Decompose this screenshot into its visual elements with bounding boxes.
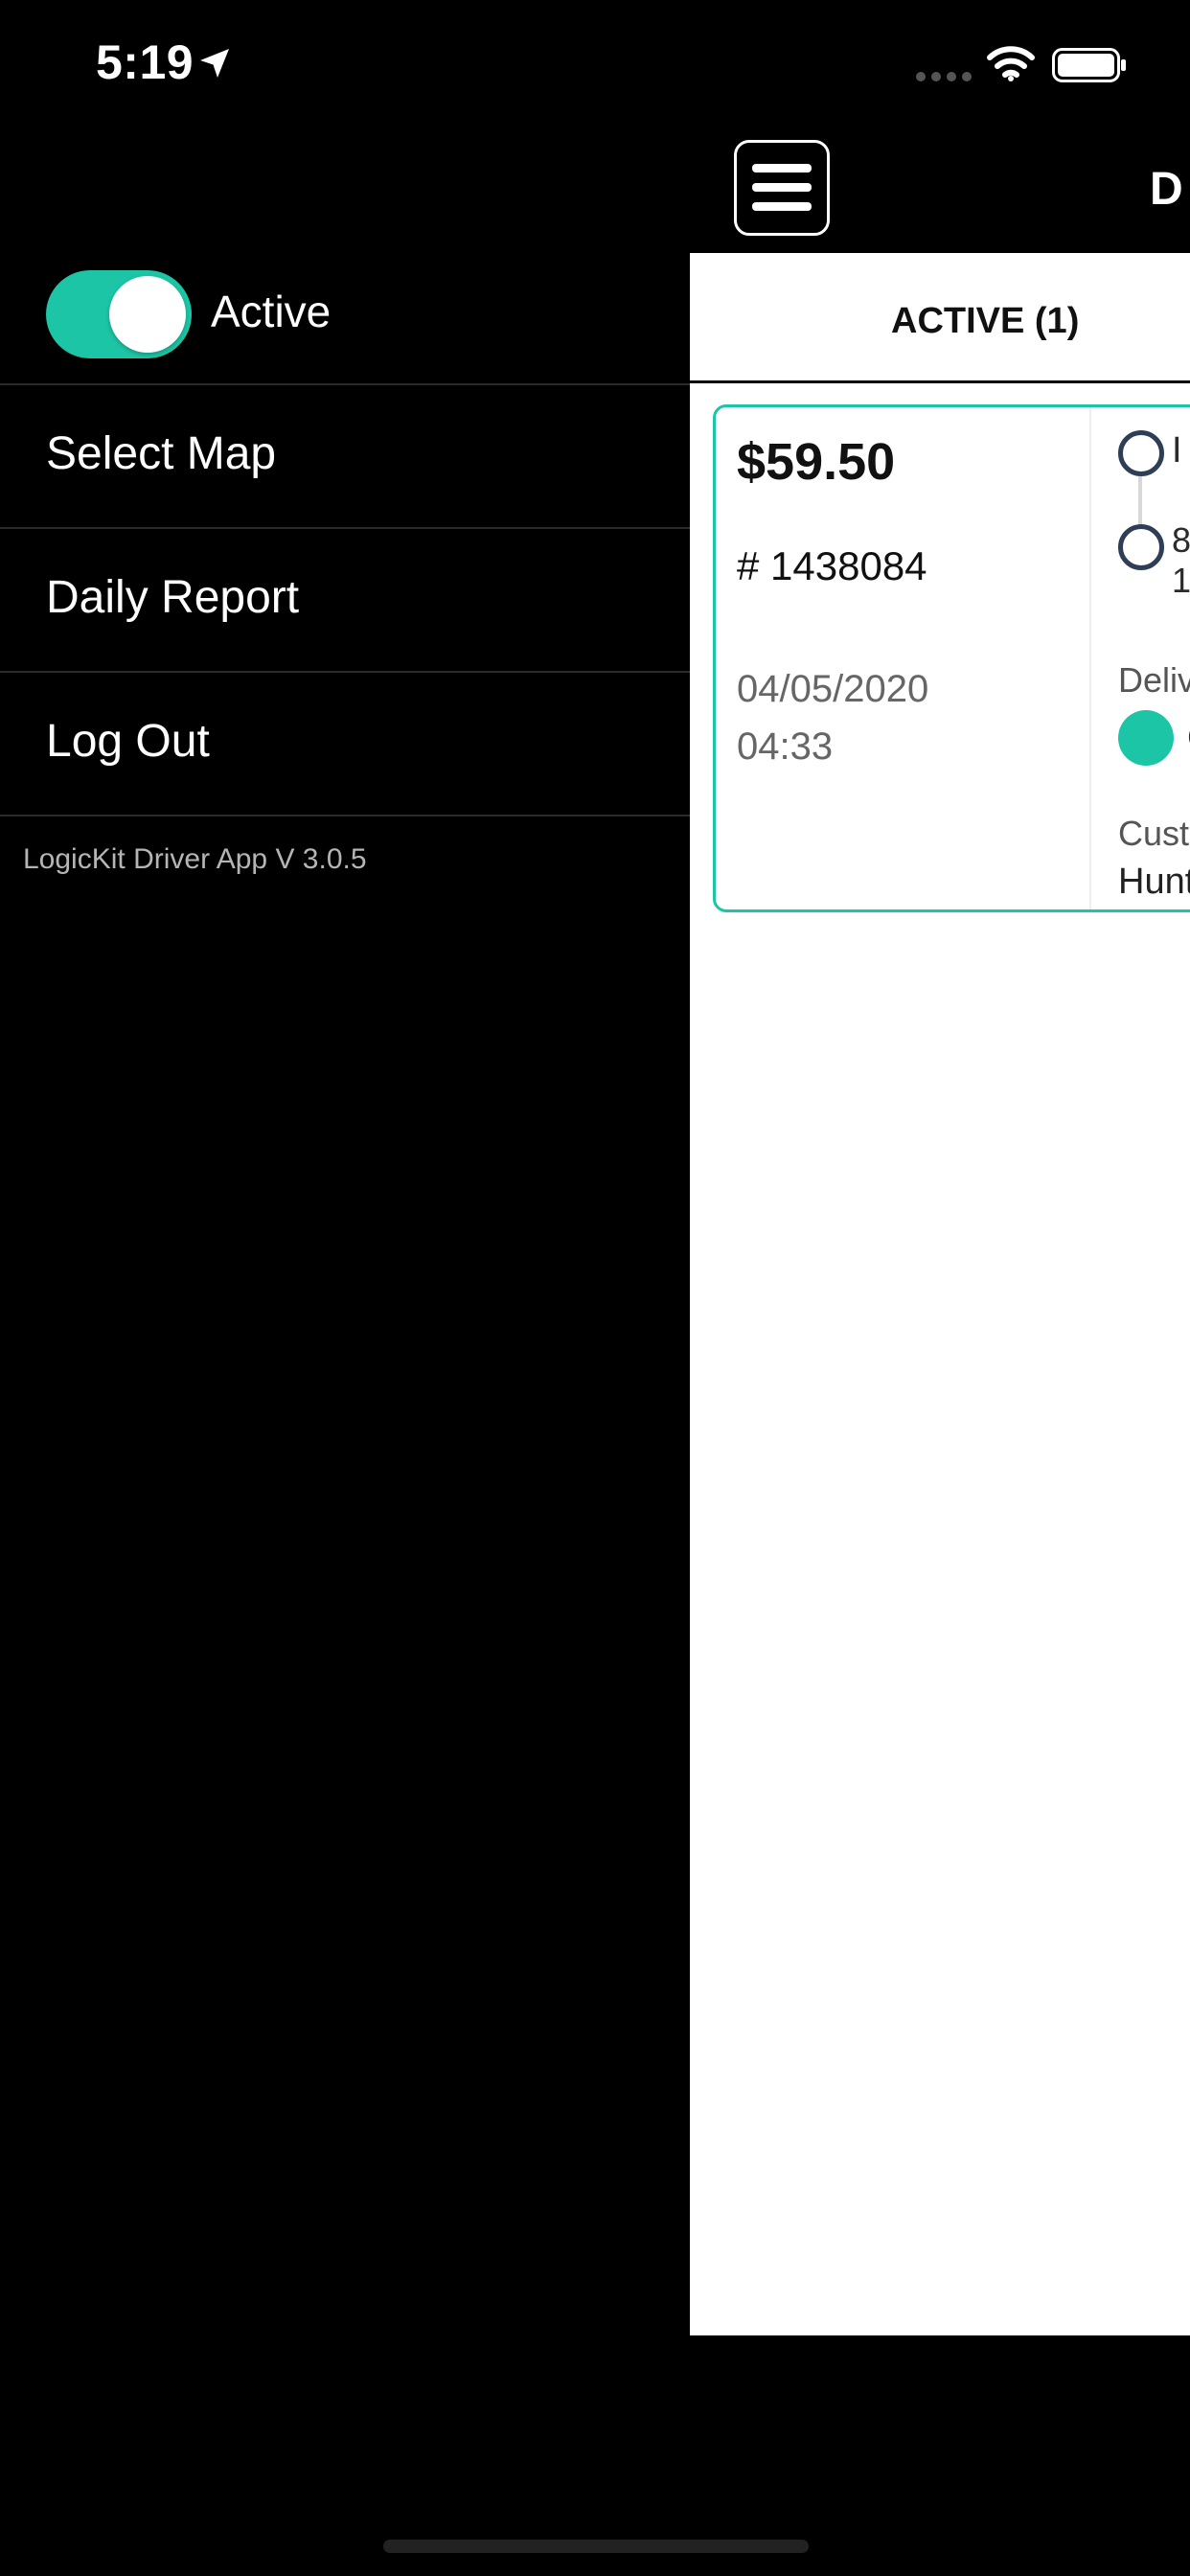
pickup-ring-icon: [1118, 430, 1164, 476]
status-bar: 5:19: [0, 0, 1190, 134]
order-time: 04:33: [737, 725, 834, 768]
menu-item-daily-report[interactable]: Daily Report: [0, 527, 690, 669]
dropoff-ring-icon: [1118, 524, 1164, 570]
route-line: [1138, 476, 1142, 526]
card-divider: [1089, 407, 1091, 909]
menu-item-label: Daily Report: [46, 572, 300, 623]
orders-content: ACTIVE (1) $59.50 # 1438084 04/05/2020 0…: [690, 253, 1190, 2335]
location-arrow-icon: [200, 49, 229, 78]
hamburger-menu-icon[interactable]: [734, 140, 830, 236]
wifi-icon: [987, 46, 1035, 81]
toggle-knob: [109, 276, 186, 353]
menu-item-label: Log Out: [46, 716, 210, 767]
order-price: $59.50: [737, 433, 896, 491]
menu-item-select-map[interactable]: Select Map: [0, 383, 690, 525]
active-toggle-switch[interactable]: [46, 270, 192, 358]
status-time: 5:19: [96, 35, 195, 89]
main-panel: D ACTIVE (1) $59.50 # 1438084 04/05/2020…: [690, 134, 1190, 2335]
customer-label: Custo: [1118, 814, 1190, 853]
dropoff-address-line1: 8: [1172, 520, 1190, 560]
delivery-status-dot-icon: [1118, 710, 1174, 766]
order-date: 04/05/2020: [737, 668, 929, 710]
customer-name: Hunt: [1118, 862, 1190, 902]
pickup-address: I: [1172, 430, 1182, 471]
tab-active[interactable]: ACTIVE (1): [891, 301, 1079, 342]
page-title: D: [1150, 164, 1183, 215]
battery-icon: [1052, 48, 1126, 82]
signal-icon: [916, 72, 972, 81]
home-indicator: [383, 2540, 809, 2553]
menu-item-label: Select Map: [46, 428, 277, 479]
menu-item-log-out[interactable]: Log Out: [0, 671, 690, 816]
delivery-status-label: Deliv: [1118, 660, 1190, 700]
main-header: D: [690, 134, 1190, 253]
order-number: # 1438084: [737, 543, 927, 588]
app-version: LogicKit Driver App V 3.0.5: [23, 843, 367, 875]
dropoff-address-line2: 1: [1172, 561, 1190, 600]
tab-bar: ACTIVE (1): [690, 253, 1190, 383]
active-toggle-label: Active: [211, 287, 332, 336]
order-card[interactable]: $59.50 # 1438084 04/05/2020 04:33 I 8 1 …: [713, 404, 1190, 912]
